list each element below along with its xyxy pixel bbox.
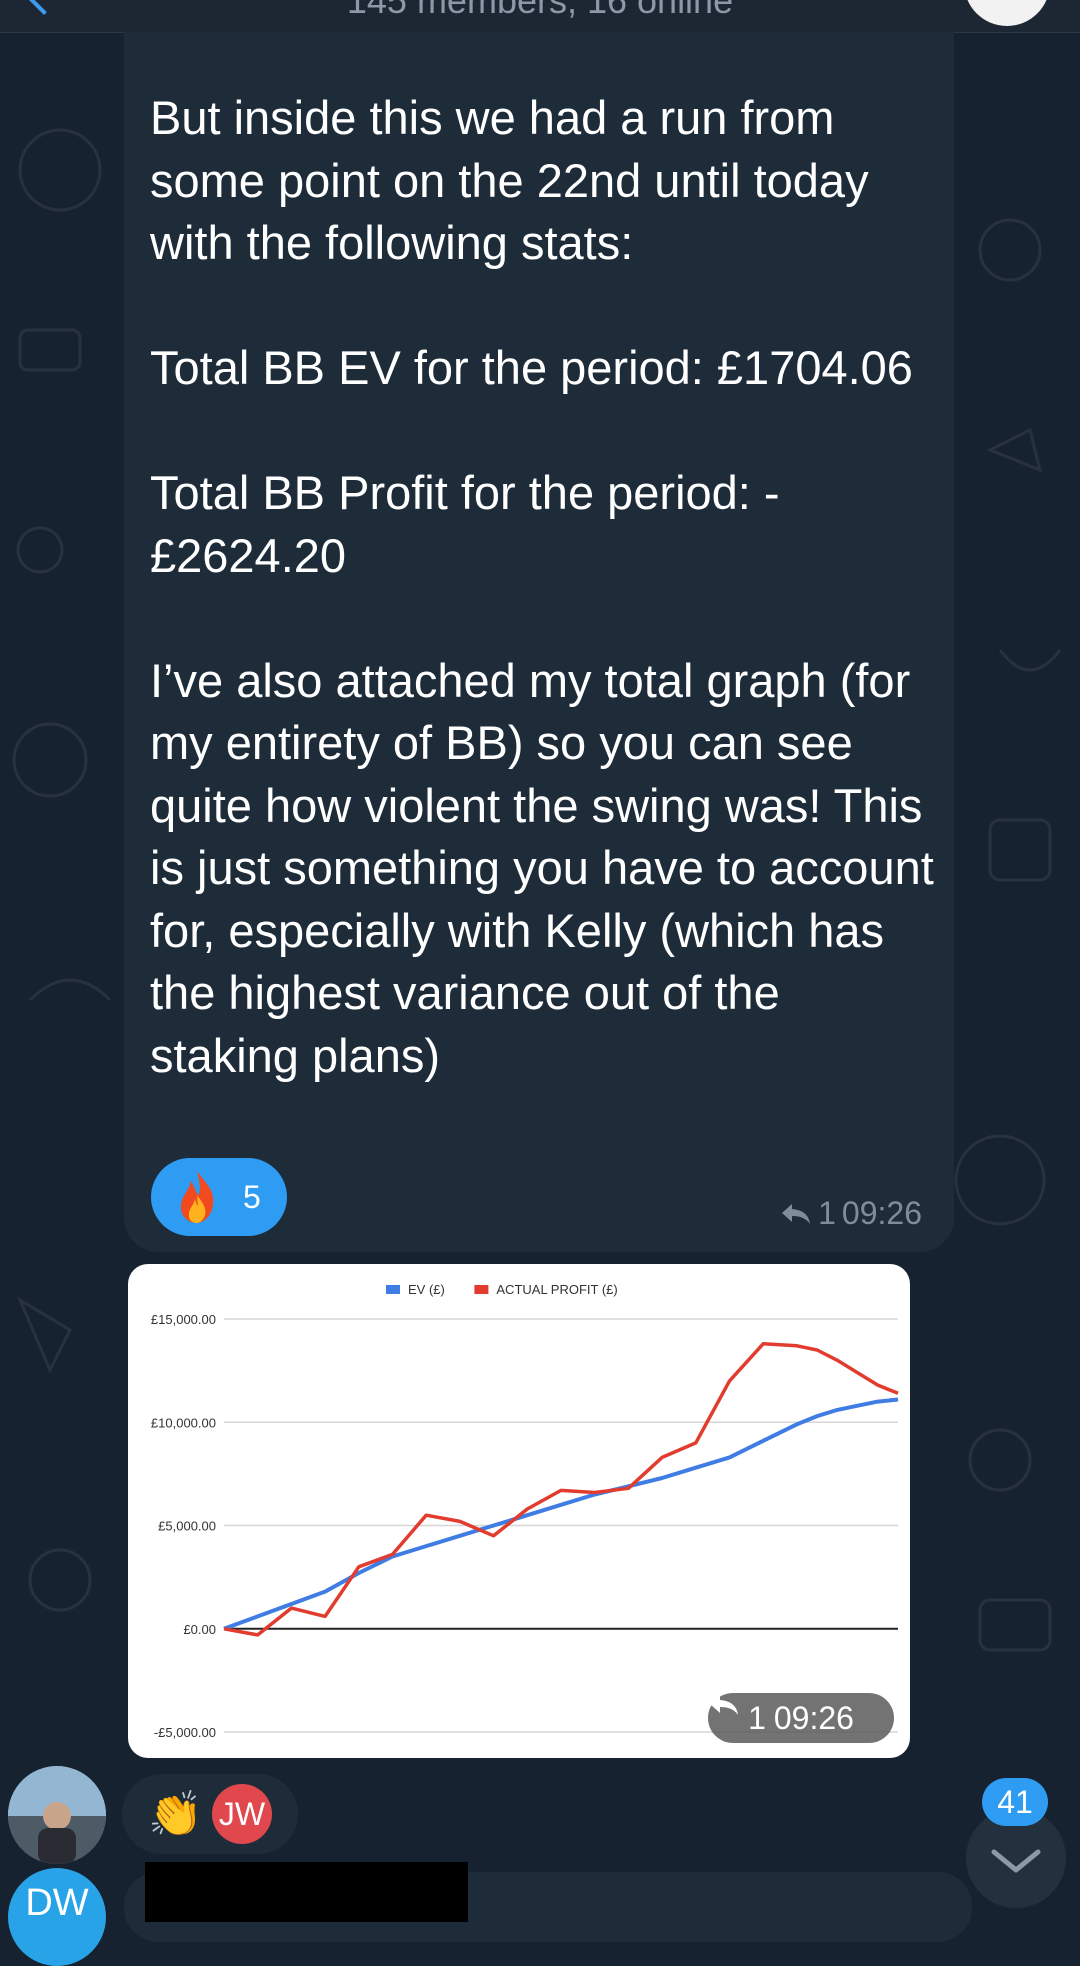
image-time: 09:26 [773, 1699, 854, 1736]
legend-label: EV (£) [408, 1282, 445, 1297]
message-time: 09:26 [841, 1195, 922, 1231]
y-tick-label: £0.00 [183, 1622, 216, 1637]
clapping-hands-icon: 👏 [148, 1790, 203, 1839]
chat-subtitle: 145 members, 16 online [346, 0, 734, 21]
y-tick-label: -£5,000.00 [154, 1725, 216, 1740]
unread-badge: 41 [982, 1778, 1048, 1826]
redacted-block [145, 1862, 468, 1922]
legend-swatch [474, 1285, 489, 1294]
y-tick-label: £10,000.00 [151, 1415, 216, 1430]
y-tick-label: £15,000.00 [151, 1312, 216, 1327]
reaction-bar[interactable]: 👏 JW [122, 1774, 298, 1854]
reaction-count: 5 [243, 1178, 261, 1215]
chat-header: 145 members, 16 online [0, 0, 1080, 33]
reply-arrow-icon[interactable] [708, 1693, 740, 1717]
message-text: But inside this we had a run from some p… [150, 91, 934, 1082]
reaction-chip[interactable]: 5 [151, 1158, 287, 1236]
message-bubble[interactable]: But inside this we had a run from some p… [124, 32, 954, 1252]
chart-image[interactable]: £15,000.00 £10,000.00 £5,000.00 £0.00 -£5,00… [128, 1264, 910, 1758]
image-reply-count[interactable]: 1 [748, 1700, 766, 1737]
y-tick-label: £5,000.00 [158, 1519, 216, 1534]
reply-arrow-icon[interactable] [780, 1202, 812, 1226]
profit-chart: £15,000.00 £10,000.00 £5,000.00 £0.00 -£5,00… [151, 1282, 899, 1740]
fire-icon [177, 1169, 217, 1225]
group-avatar[interactable] [964, 0, 1050, 26]
reply-count[interactable]: 1 [818, 1195, 836, 1232]
next-sender-avatar[interactable]: DW [8, 1868, 106, 1966]
sender-avatar[interactable] [8, 1766, 106, 1864]
image-meta: 1 09:26 [708, 1693, 894, 1743]
message-meta: 1 09:26 [780, 1195, 922, 1232]
legend-swatch [386, 1285, 400, 1294]
series-line [223, 1397, 899, 1631]
reactor-avatar[interactable]: JW [212, 1784, 272, 1844]
legend-label: ACTUAL PROFIT (£) [496, 1282, 617, 1297]
